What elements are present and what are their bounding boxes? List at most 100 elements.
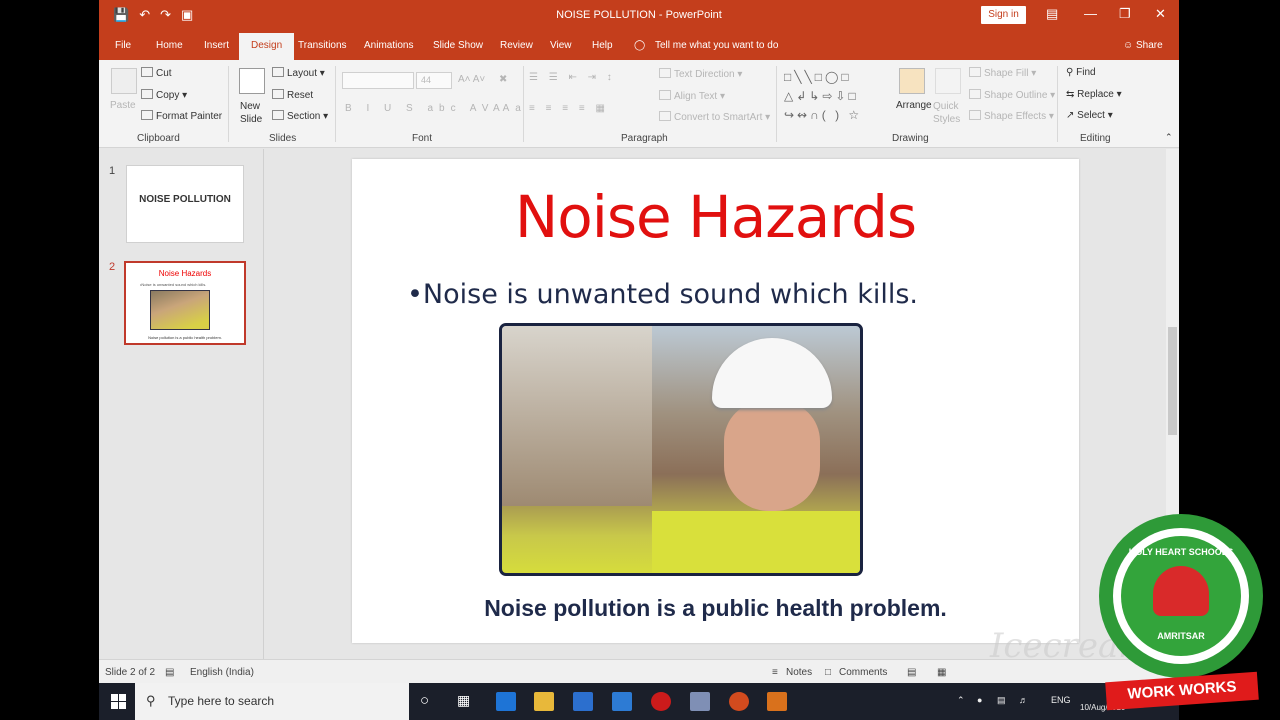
slide-count: Slide 2 of 2 [105,667,156,678]
paint-icon[interactable] [690,692,710,711]
layout-button[interactable]: Layout ▾ [272,67,325,79]
language-indicator[interactable]: English (India) [190,667,254,678]
quick-styles-icon[interactable] [935,68,961,94]
volume-icon[interactable]: ♬ [1019,695,1028,705]
replace-button[interactable]: ⇆ Replace ▾ [1066,89,1122,100]
opera-icon[interactable] [651,692,671,711]
slide-caption[interactable]: Noise pollution is a public health probl… [352,595,1079,622]
language-tray[interactable]: ENG [1051,695,1071,705]
section-button[interactable]: Section ▾ [272,110,328,122]
sign-in-button[interactable]: Sign in [981,6,1026,24]
shape-effects-button[interactable]: Shape Effects ▾ [969,110,1054,122]
scissors-icon [141,67,153,77]
copy-button[interactable]: Copy ▾ [141,89,187,101]
network-icon[interactable]: ▤ [997,695,1006,706]
recorder-icon[interactable] [767,692,787,711]
shape-outline-label: Shape Outline [984,90,1048,101]
clear-formatting-icon[interactable]: ✖ [499,74,507,85]
format-painter-button[interactable]: Format Painter [141,110,222,122]
share-button[interactable]: Share [1136,40,1163,51]
paste-button[interactable]: Paste [110,100,136,111]
mail-icon[interactable] [612,692,632,711]
powerpoint-icon[interactable] [729,692,749,711]
convert-smartart-button[interactable]: Convert to SmartArt ▾ [659,111,770,123]
cut-label: Cut [156,68,172,79]
windows-start-icon[interactable] [111,694,126,709]
slide-editor: Noise Hazards •Noise is unwanted sound w… [265,149,1163,659]
list-buttons[interactable]: ☰ ☰ ⇤ ⇥ ↕ [529,72,616,83]
show-hidden-icons[interactable]: ⌃ [957,695,965,706]
grow-font-icon[interactable]: A˄ A˅ [458,74,485,85]
store-icon[interactable] [573,692,593,711]
tab-design[interactable]: Design [239,33,295,60]
find-button[interactable]: ⚲ Find [1066,67,1096,78]
worker-covering-ears-photo[interactable] [499,323,863,576]
arrange-icon[interactable] [899,68,925,94]
new-slide-button[interactable]: New Slide [240,100,270,126]
quick-styles-button[interactable]: Quick Styles [933,100,963,126]
ribbon-separator [228,66,229,142]
slide-thumbnail-1[interactable]: NOISE POLLUTION [126,165,244,243]
reset-button[interactable]: Reset [272,89,313,101]
text-direction-button[interactable]: Text Direction ▾ [659,68,742,80]
reset-label: Reset [287,90,314,101]
maximize-icon[interactable]: ❐ [1119,6,1131,22]
tab-insert[interactable]: Insert [204,40,229,51]
tab-slide-show[interactable]: Slide Show [433,40,483,51]
cursor-icon: ↗ [1066,110,1078,121]
tab-transitions[interactable]: Transitions [298,40,347,51]
spellcheck-icon[interactable]: ▤ [165,667,174,678]
file-explorer-icon[interactable] [534,692,554,711]
comments-button[interactable]: Comments [839,667,887,678]
taskbar-search-box[interactable]: ⚲ Type here to search [135,683,409,720]
tell-me-search[interactable]: Tell me what you want to do [655,40,778,51]
task-view-icon[interactable]: ▦ [457,692,470,709]
thumbnail-image [150,290,210,330]
tab-animations[interactable]: Animations [364,40,413,51]
thumbnail-title: NOISE POLLUTION [139,194,231,205]
arrange-button[interactable]: Arrange [896,100,932,111]
tab-help[interactable]: Help [592,40,613,51]
powerpoint-window: 💾 ↶ ↷ ▣ NOISE POLLUTION - PowerPoint Sig… [99,0,1179,720]
close-icon[interactable]: ✕ [1155,6,1166,22]
ribbon-display-options-icon[interactable]: ▤ [1046,6,1058,22]
paste-icon[interactable] [111,68,137,94]
tab-view[interactable]: View [550,40,572,51]
slide-canvas[interactable]: Noise Hazards •Noise is unwanted sound w… [352,159,1079,643]
minimize-icon[interactable]: — [1084,6,1097,21]
slide-bullet-text[interactable]: •Noise is unwanted sound which kills. [407,279,918,310]
shape-fill-button[interactable]: Shape Fill ▾ [969,67,1036,79]
collapse-ribbon-icon[interactable]: ⌃ [1165,132,1173,143]
photo-safety-vest [652,511,860,573]
shapes-gallery[interactable]: □╲╲□◯□ △↲↳⇨⇩□ ↪↭∩( ) ☆ [784,68,888,126]
slide-sorter-icon[interactable]: ▦ [937,667,946,678]
tab-review[interactable]: Review [500,40,533,51]
cut-button[interactable]: Cut [141,67,172,79]
select-button[interactable]: ↗ Select ▾ [1066,110,1113,121]
font-family-select[interactable] [342,72,414,89]
tab-file[interactable]: File [115,40,131,51]
tab-home[interactable]: Home [156,40,183,51]
slide-title[interactable]: Noise Hazards [352,183,1079,251]
cortana-icon[interactable]: ○ [420,692,429,709]
font-color-icon[interactable]: A [493,103,500,114]
alignment-buttons[interactable]: ≡ ≡ ≡ ≡ ▦ [529,103,609,114]
edge-icon[interactable] [496,692,516,711]
new-slide-icon[interactable] [239,68,265,94]
notes-button[interactable]: Notes [786,667,812,678]
slide-thumbnail-2[interactable]: Noise Hazards •Noise is unwanted sound w… [124,261,246,345]
section-icon [272,110,284,120]
normal-view-icon[interactable]: ▤ [907,667,916,678]
scrollbar-thumb[interactable] [1168,327,1177,435]
smartart-icon [659,111,671,121]
ribbon-tabs: File Home Insert Design Transitions Anim… [99,31,1179,60]
heart-icon [1153,566,1209,616]
font-size-select[interactable]: 44 [416,72,452,89]
find-label: Find [1076,67,1096,78]
align-text-button[interactable]: Align Text ▾ [659,90,725,102]
shape-outline-button[interactable]: Shape Outline ▾ [969,89,1055,101]
microphone-icon[interactable]: ● [977,695,982,705]
shape-effects-label: Shape Effects [984,111,1047,122]
photo-face [724,401,820,511]
paragraph-group-label: Paragraph [621,133,668,144]
